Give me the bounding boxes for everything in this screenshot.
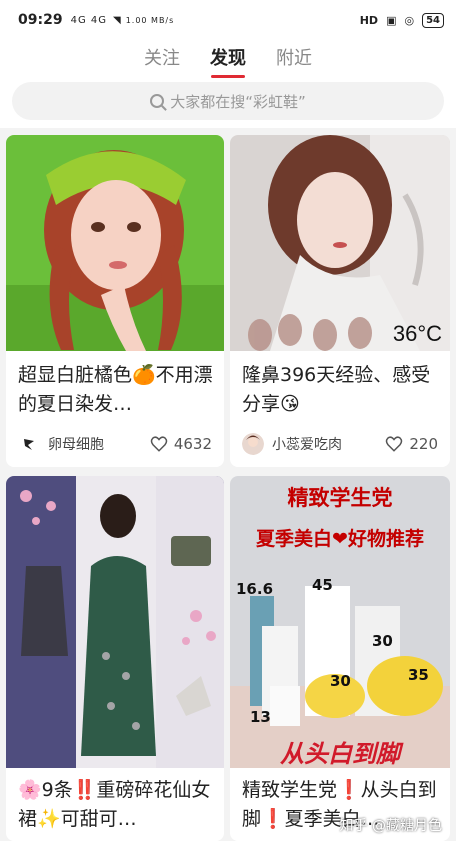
like-count: 4632 <box>173 435 212 453</box>
avatar[interactable] <box>242 433 264 455</box>
price-tag: 30 <box>330 672 351 690</box>
like-button[interactable]: 4632 <box>150 435 212 453</box>
wifi-icon: ◥ <box>112 14 122 26</box>
price-tag: 35 <box>408 666 429 684</box>
top-tabs: 关注 发现 附近 <box>0 40 456 78</box>
cover-slogan: 从头白到脚 <box>280 740 400 768</box>
like-button[interactable]: 220 <box>385 435 438 453</box>
note-card[interactable]: 🌸9条‼️重磅碎花仙女裙✨可甜可… <box>6 476 224 841</box>
note-title: 🌸9条‼️重磅碎花仙女裙✨可甜可… <box>18 779 211 830</box>
temperature-overlay: 36°C <box>392 321 442 346</box>
search-bar-container: 大家都在搜“彩虹鞋” <box>0 78 456 128</box>
watermark: 知乎 @藏糖月色 <box>339 818 442 834</box>
heart-icon <box>150 436 168 452</box>
alarm-icon: ◎ <box>404 13 415 27</box>
note-meta: 卵母细胞 4632 <box>18 431 212 457</box>
hd-icon: HD <box>359 13 379 27</box>
tab-discover[interactable]: 发现 <box>210 44 246 74</box>
price-tag: 16.6 <box>236 580 274 598</box>
price-tag: 45 <box>312 576 333 594</box>
avatar[interactable] <box>18 433 40 455</box>
note-card[interactable]: 36°C 隆鼻396天经验、感受分享😘 小蕊爱吃肉 220 <box>230 135 450 467</box>
price-tag: 13 <box>250 708 271 726</box>
cover-image <box>6 476 224 768</box>
note-meta: 小蕊爱吃肉 220 <box>242 431 438 457</box>
heart-icon <box>386 436 403 452</box>
network-speed: 1.00 MB/s <box>125 15 175 25</box>
tab-nearby[interactable]: 附近 <box>276 44 312 74</box>
vibrate-icon: ▣ <box>386 13 397 27</box>
signal-indicator: 4G 4G <box>70 14 107 26</box>
cover-banner: 精致学生党 <box>287 486 393 510</box>
author-name[interactable]: 卵母细胞 <box>48 434 104 454</box>
clock: 09:29 <box>18 12 63 28</box>
cover-image: 精致学生党 夏季美白❤好物推荐 16.6 45 30 30 35 13 从头白到… <box>230 476 450 768</box>
battery-indicator: 54 <box>422 12 444 28</box>
tab-following[interactable]: 关注 <box>144 44 180 74</box>
search-input[interactable]: 大家都在搜“彩虹鞋” <box>12 82 444 120</box>
note-title: 隆鼻396天经验、感受分享😘 <box>242 364 431 415</box>
note-title: 超显白脏橘色🍊不用漂的夏日染发… <box>18 364 213 415</box>
note-card[interactable]: 精致学生党 夏季美白❤好物推荐 16.6 45 30 30 35 13 从头白到… <box>230 476 450 841</box>
price-tag: 30 <box>372 632 393 650</box>
search-placeholder: 大家都在搜“彩虹鞋” <box>170 92 306 111</box>
like-count: 220 <box>409 435 438 453</box>
status-bar: 09:29 4G 4G ◥ 1.00 MB/s HD ▣ ◎ 54 <box>0 0 456 40</box>
cover-image <box>6 135 224 351</box>
search-icon <box>150 94 165 108</box>
note-card[interactable]: 超显白脏橘色🍊不用漂的夏日染发… 卵母细胞 4632 <box>6 135 224 467</box>
cover-image: 36°C <box>230 135 450 351</box>
author-name[interactable]: 小蕊爱吃肉 <box>272 434 342 454</box>
cover-banner: 夏季美白❤好物推荐 <box>256 528 424 550</box>
